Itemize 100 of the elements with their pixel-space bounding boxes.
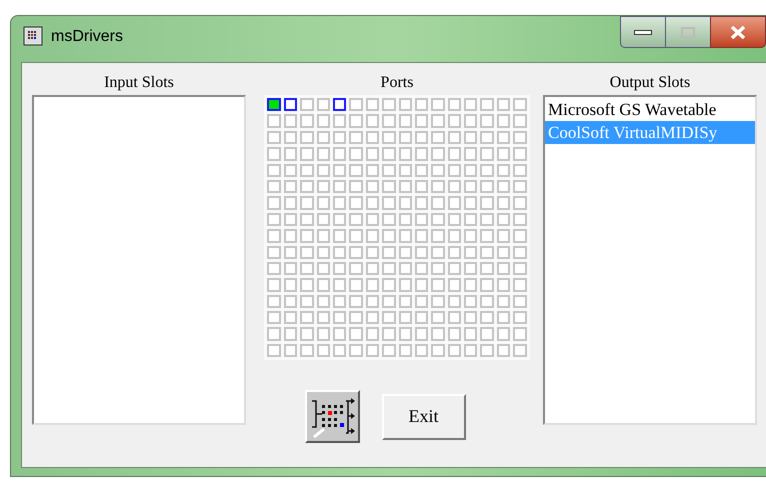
port-cell[interactable] (300, 212, 314, 226)
port-cell[interactable] (496, 196, 510, 210)
port-cell[interactable] (366, 130, 380, 144)
port-cell[interactable] (398, 212, 412, 226)
port-cell[interactable] (480, 147, 494, 161)
port-cell[interactable] (267, 278, 281, 292)
port-cell[interactable] (267, 114, 281, 128)
port-cell[interactable] (464, 98, 478, 112)
port-cell[interactable] (316, 229, 330, 243)
port-cell[interactable] (366, 98, 380, 112)
port-cell[interactable] (300, 130, 314, 144)
port-cell[interactable] (366, 262, 380, 276)
port-cell[interactable] (300, 246, 314, 259)
port-cell[interactable] (332, 164, 346, 177)
port-cell[interactable] (398, 311, 412, 324)
port-cell[interactable] (366, 311, 380, 324)
port-cell[interactable] (448, 180, 462, 194)
port-cell[interactable] (300, 344, 314, 358)
port-cell[interactable] (431, 164, 445, 177)
port-cell[interactable] (448, 262, 462, 276)
port-cell[interactable] (332, 344, 346, 358)
output-slot-item[interactable]: Microsoft GS Wavetable (545, 98, 755, 121)
port-cell[interactable] (267, 212, 281, 226)
port-cell[interactable] (267, 147, 281, 161)
port-cell[interactable] (480, 344, 494, 358)
port-cell[interactable] (284, 196, 298, 210)
port-cell[interactable] (366, 180, 380, 194)
close-button[interactable] (710, 16, 766, 48)
port-cell[interactable] (300, 229, 314, 243)
port-cell[interactable] (513, 212, 527, 226)
port-cell[interactable] (267, 180, 281, 194)
port-cell[interactable] (316, 294, 330, 308)
port-cell[interactable] (414, 98, 428, 112)
port-cell[interactable] (414, 278, 428, 292)
port-cell[interactable] (366, 344, 380, 358)
port-cell[interactable] (267, 196, 281, 210)
port-cell[interactable] (414, 196, 428, 210)
port-cell[interactable] (284, 278, 298, 292)
port-cell[interactable] (332, 98, 346, 112)
port-cell[interactable] (414, 262, 428, 276)
port-cell[interactable] (267, 246, 281, 259)
port-cell[interactable] (332, 327, 346, 341)
port-cell[interactable] (464, 327, 478, 341)
port-cell[interactable] (431, 212, 445, 226)
port-cell[interactable] (513, 130, 527, 144)
port-cell[interactable] (496, 164, 510, 177)
port-cell[interactable] (480, 196, 494, 210)
port-cell[interactable] (398, 196, 412, 210)
port-cell[interactable] (431, 262, 445, 276)
port-cell[interactable] (431, 344, 445, 358)
port-cell[interactable] (480, 246, 494, 259)
port-cell[interactable] (349, 98, 363, 112)
port-cell[interactable] (464, 212, 478, 226)
port-cell[interactable] (366, 294, 380, 308)
port-cell[interactable] (464, 311, 478, 324)
port-cell[interactable] (398, 114, 412, 128)
port-cell[interactable] (414, 344, 428, 358)
port-cell[interactable] (496, 278, 510, 292)
port-cell[interactable] (414, 229, 428, 243)
port-cell[interactable] (414, 246, 428, 259)
port-cell[interactable] (316, 180, 330, 194)
port-cell[interactable] (332, 262, 346, 276)
port-cell[interactable] (398, 147, 412, 161)
port-cell[interactable] (366, 114, 380, 128)
port-cell[interactable] (284, 147, 298, 161)
port-cell[interactable] (448, 344, 462, 358)
port-cell[interactable] (464, 147, 478, 161)
port-cell[interactable] (284, 229, 298, 243)
port-cell[interactable] (382, 180, 396, 194)
port-cell[interactable] (480, 212, 494, 226)
port-cell[interactable] (267, 294, 281, 308)
port-cell[interactable] (414, 311, 428, 324)
port-cell[interactable] (513, 262, 527, 276)
port-cell[interactable] (464, 229, 478, 243)
input-slots-list[interactable] (32, 95, 246, 425)
port-cell[interactable] (414, 164, 428, 177)
port-cell[interactable] (332, 294, 346, 308)
port-cell[interactable] (316, 164, 330, 177)
port-cell[interactable] (300, 327, 314, 341)
port-cell[interactable] (496, 212, 510, 226)
port-cell[interactable] (464, 344, 478, 358)
port-cell[interactable] (496, 114, 510, 128)
port-cell[interactable] (332, 229, 346, 243)
port-cell[interactable] (448, 246, 462, 259)
port-cell[interactable] (431, 294, 445, 308)
port-cell[interactable] (480, 229, 494, 243)
port-cell[interactable] (513, 344, 527, 358)
port-cell[interactable] (496, 344, 510, 358)
port-cell[interactable] (366, 147, 380, 161)
port-cell[interactable] (448, 212, 462, 226)
port-cell[interactable] (300, 262, 314, 276)
port-cell[interactable] (382, 344, 396, 358)
port-cell[interactable] (382, 246, 396, 259)
port-cell[interactable] (300, 147, 314, 161)
port-cell[interactable] (480, 114, 494, 128)
port-cell[interactable] (382, 278, 396, 292)
port-cell[interactable] (332, 114, 346, 128)
port-cell[interactable] (284, 327, 298, 341)
port-cell[interactable] (316, 130, 330, 144)
port-cell[interactable] (284, 344, 298, 358)
